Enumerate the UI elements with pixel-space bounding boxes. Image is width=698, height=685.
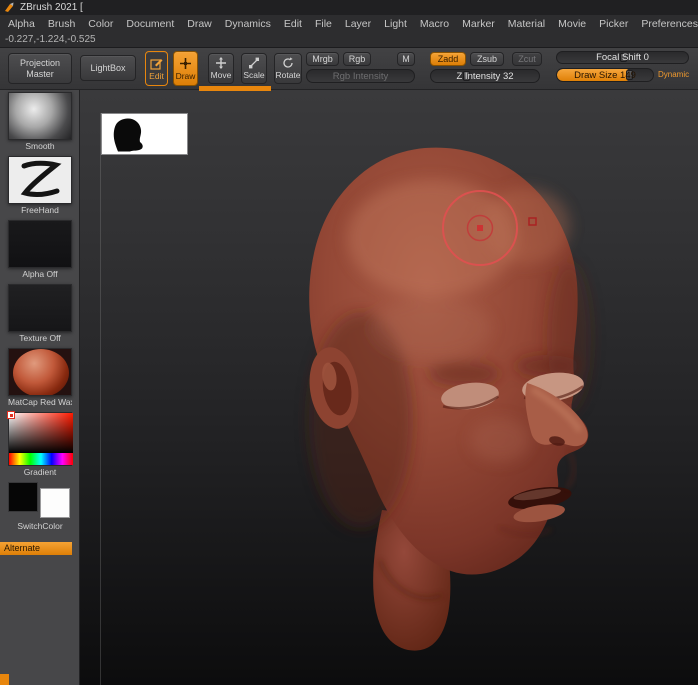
dynamic-label[interactable]: Dynamic bbox=[658, 70, 689, 79]
menu-material[interactable]: Material bbox=[508, 18, 545, 30]
draw-icon bbox=[179, 57, 192, 70]
scale-button[interactable]: Scale bbox=[241, 53, 267, 84]
move-icon bbox=[215, 57, 227, 69]
freehand-stroke-thumbnail[interactable] bbox=[8, 156, 72, 204]
menu-brush[interactable]: Brush bbox=[48, 18, 75, 30]
document-canvas[interactable] bbox=[80, 90, 698, 685]
rotate-icon bbox=[282, 57, 294, 69]
z-intensity-slider[interactable]: Z Intensity 32 bbox=[430, 69, 540, 83]
texture-off-thumbnail[interactable] bbox=[8, 284, 72, 332]
sculpt-head[interactable] bbox=[80, 90, 698, 685]
top-toolbar: Projection Master LightBox Edit Draw Mov… bbox=[0, 47, 698, 91]
m-button[interactable]: M bbox=[397, 52, 415, 66]
menu-document[interactable]: Document bbox=[126, 18, 174, 30]
title-bar: ZBrush 2021 [ bbox=[0, 0, 698, 15]
menu-preferences[interactable]: Preferences bbox=[641, 18, 698, 30]
freehand-z-stroke bbox=[20, 160, 62, 197]
move-button[interactable]: Move bbox=[208, 53, 234, 84]
menu-alpha[interactable]: Alpha bbox=[8, 18, 35, 30]
rgb-button[interactable]: Rgb bbox=[343, 52, 371, 66]
projection-master-button[interactable]: Projection Master bbox=[8, 53, 72, 84]
brush-selector-smooth[interactable]: Smooth bbox=[8, 92, 72, 152]
menu-bar: Alpha Brush Color Document Draw Dynamics… bbox=[0, 15, 698, 33]
draw-size-slider[interactable]: Draw Size 149 bbox=[556, 68, 654, 82]
material-selector[interactable]: MatCap Red Wax bbox=[8, 348, 72, 408]
scale-icon bbox=[248, 57, 260, 69]
edit-button[interactable]: Edit bbox=[145, 51, 168, 86]
color-picker[interactable]: Gradient bbox=[7, 411, 73, 478]
zsub-button[interactable]: Zsub bbox=[470, 52, 504, 66]
cursor-coordinates: -0.227,-1.224,-0.525 bbox=[0, 33, 698, 47]
menu-movie[interactable]: Movie bbox=[558, 18, 586, 30]
quick-tool-panel: Smooth FreeHand Alpha Off Texture Off Ma… bbox=[0, 90, 80, 685]
switch-color-widget[interactable]: SwitchColor bbox=[8, 482, 72, 532]
focal-shift-slider[interactable]: Focal Shift 0 bbox=[556, 51, 689, 64]
alpha-selector[interactable]: Alpha Off bbox=[8, 220, 72, 280]
texture-selector[interactable]: Texture Off bbox=[8, 284, 72, 344]
zadd-button[interactable]: Zadd bbox=[430, 52, 466, 66]
menu-layer[interactable]: Layer bbox=[345, 18, 371, 30]
zcut-button[interactable]: Zcut bbox=[512, 52, 542, 66]
alpha-off-thumbnail[interactable] bbox=[8, 220, 72, 268]
panel-scroll-indicator[interactable] bbox=[0, 674, 9, 685]
menu-draw[interactable]: Draw bbox=[187, 18, 212, 30]
matcap-sphere bbox=[13, 349, 69, 395]
menu-color[interactable]: Color bbox=[88, 18, 113, 30]
rgb-intensity-slider[interactable]: Rgb Intensity bbox=[306, 69, 415, 83]
saturation-value-area[interactable] bbox=[9, 413, 73, 455]
color-picker-indicator bbox=[7, 411, 15, 419]
menu-picker[interactable]: Picker bbox=[599, 18, 628, 30]
matcap-red-wax-thumbnail[interactable] bbox=[8, 348, 72, 396]
alternate-button[interactable]: Alternate bbox=[0, 542, 72, 555]
active-tool-underline bbox=[199, 86, 271, 91]
gradient-color-picker[interactable] bbox=[7, 411, 73, 466]
zbrush-logo-icon bbox=[4, 2, 15, 13]
secondary-color-swatch[interactable] bbox=[40, 488, 70, 518]
menu-marker[interactable]: Marker bbox=[462, 18, 495, 30]
draw-button[interactable]: Draw bbox=[173, 51, 198, 86]
hue-strip[interactable] bbox=[9, 453, 73, 465]
stroke-selector-freehand[interactable]: FreeHand bbox=[8, 156, 72, 216]
main-color-swatch[interactable] bbox=[8, 482, 38, 512]
menu-light[interactable]: Light bbox=[384, 18, 407, 30]
edit-icon bbox=[150, 57, 163, 70]
menu-edit[interactable]: Edit bbox=[284, 18, 302, 30]
smooth-brush-thumbnail[interactable] bbox=[8, 92, 72, 140]
lightbox-button[interactable]: LightBox bbox=[80, 55, 136, 81]
window-title: ZBrush 2021 [ bbox=[20, 2, 83, 13]
menu-file[interactable]: File bbox=[315, 18, 332, 30]
mrgb-button[interactable]: Mrgb bbox=[306, 52, 339, 66]
rotate-button[interactable]: Rotate bbox=[274, 53, 302, 84]
menu-macro[interactable]: Macro bbox=[420, 18, 449, 30]
menu-dynamics[interactable]: Dynamics bbox=[225, 18, 271, 30]
